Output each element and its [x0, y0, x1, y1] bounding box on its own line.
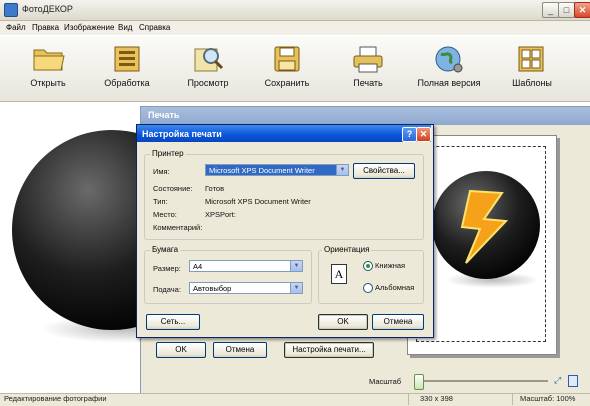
open-button[interactable]: Открыть — [10, 40, 86, 96]
status-separator — [512, 393, 513, 405]
printer-name-value: Microsoft XPS Document Writer — [209, 166, 315, 175]
process-button[interactable]: Обработка — [89, 40, 165, 96]
setup-close-button[interactable]: ✕ — [416, 127, 431, 142]
menu-image[interactable]: Изображение — [64, 23, 114, 32]
status-text: Редактирование фотографии — [4, 394, 107, 403]
zoom-status: Масштаб: 100% — [520, 394, 576, 403]
chevron-down-icon[interactable]: ▼ — [290, 283, 302, 293]
page-orientation-icon: A — [331, 264, 347, 284]
paper-size-select[interactable]: A4 ▼ — [189, 260, 303, 272]
setup-ok-button[interactable]: OK — [318, 314, 368, 330]
status-separator — [408, 393, 409, 405]
save-icon — [274, 46, 300, 72]
print-dialog-title: Печать — [148, 110, 180, 120]
print-setup-button[interactable]: Настройка печати... — [284, 342, 374, 358]
network-button[interactable]: Сеть... — [146, 314, 200, 330]
page-zoom-icon[interactable] — [568, 375, 578, 387]
window-title: ФотоДЕКОР — [22, 4, 73, 14]
where-label: Место: — [153, 210, 177, 219]
zoom-slider-track[interactable] — [420, 380, 548, 382]
fit-zoom-icon[interactable]: ⤢ — [554, 375, 564, 385]
paper-group — [144, 250, 312, 304]
print-button[interactable]: Печать — [330, 40, 406, 96]
menu-edit[interactable]: Правка — [32, 23, 59, 32]
save-button[interactable]: Сохранить — [249, 40, 325, 96]
globe-icon — [435, 46, 463, 73]
menu-view[interactable]: Вид — [118, 23, 132, 32]
where-value: XPSPort: — [205, 210, 236, 219]
print-label: Печать — [353, 78, 383, 88]
landscape-radio[interactable] — [363, 283, 373, 293]
edit-icon — [114, 46, 140, 72]
setup-cancel-button[interactable]: Отмена — [372, 314, 424, 330]
chevron-down-icon[interactable]: ▼ — [290, 261, 302, 271]
templates-label: Шаблоны — [512, 78, 552, 88]
source-label: Подача: — [153, 285, 181, 294]
portrait-label[interactable]: Книжная — [375, 261, 405, 270]
setup-dialog-title: Настройка печати — [142, 129, 222, 139]
preview-button[interactable]: Просмотр — [170, 40, 246, 96]
menu-file[interactable]: Файл — [6, 23, 26, 32]
preview-label: Просмотр — [187, 78, 229, 88]
print-ok-button[interactable]: OK — [156, 342, 206, 358]
size-label: Размер: — [153, 264, 181, 273]
portrait-radio[interactable] — [363, 261, 373, 271]
print-dialog-titlebar — [141, 107, 590, 125]
title-bar — [0, 0, 590, 21]
minimize-button[interactable]: _ — [542, 2, 559, 18]
app-icon — [4, 3, 18, 17]
orientation-group-title: Ориентация — [322, 245, 372, 254]
open-label: Открыть — [30, 78, 66, 88]
landscape-label[interactable]: Альбомная — [375, 283, 414, 292]
type-label: Тип: — [153, 197, 168, 206]
process-label: Обработка — [104, 78, 150, 88]
print-cancel-button[interactable]: Отмена — [213, 342, 267, 358]
full-version-button[interactable]: Полная версия — [409, 40, 489, 96]
type-value: Microsoft XPS Document Writer — [205, 197, 311, 206]
image-size: 330 x 398 — [420, 394, 453, 403]
preview-photo — [432, 171, 540, 279]
paper-group-title: Бумага — [150, 245, 181, 254]
status-label: Состояние: — [153, 184, 193, 193]
zoom-label: Масштаб — [369, 377, 402, 386]
close-button[interactable]: ✕ — [574, 2, 590, 18]
comment-label: Комментарий: — [153, 223, 203, 232]
properties-button[interactable]: Свойства... — [353, 163, 415, 179]
templates-button[interactable]: Шаблоны — [494, 40, 570, 96]
preview-icon — [194, 48, 224, 72]
chevron-down-icon[interactable]: ▼ — [336, 165, 348, 175]
save-label: Сохранить — [264, 78, 310, 88]
menu-help[interactable]: Справка — [139, 23, 170, 32]
status-value: Готов — [205, 184, 225, 193]
paper-size-value: A4 — [193, 262, 203, 271]
templates-icon — [518, 46, 544, 72]
paper-source-value: Автовыбор — [193, 284, 232, 293]
name-label: Имя: — [153, 167, 170, 176]
help-button[interactable]: ? — [402, 127, 417, 142]
zoom-slider-thumb[interactable] — [414, 374, 424, 390]
printer-group-title: Принтер — [150, 149, 186, 158]
full-version-label: Полная версия — [417, 78, 481, 88]
printer-name-select[interactable]: Microsoft XPS Document Writer ▼ — [205, 164, 349, 176]
printer-icon — [353, 46, 383, 73]
folder-icon — [33, 49, 65, 71]
paper-source-select[interactable]: Автовыбор ▼ — [189, 282, 303, 294]
lightning-icon — [460, 189, 509, 264]
maximize-button[interactable]: □ — [558, 2, 575, 18]
